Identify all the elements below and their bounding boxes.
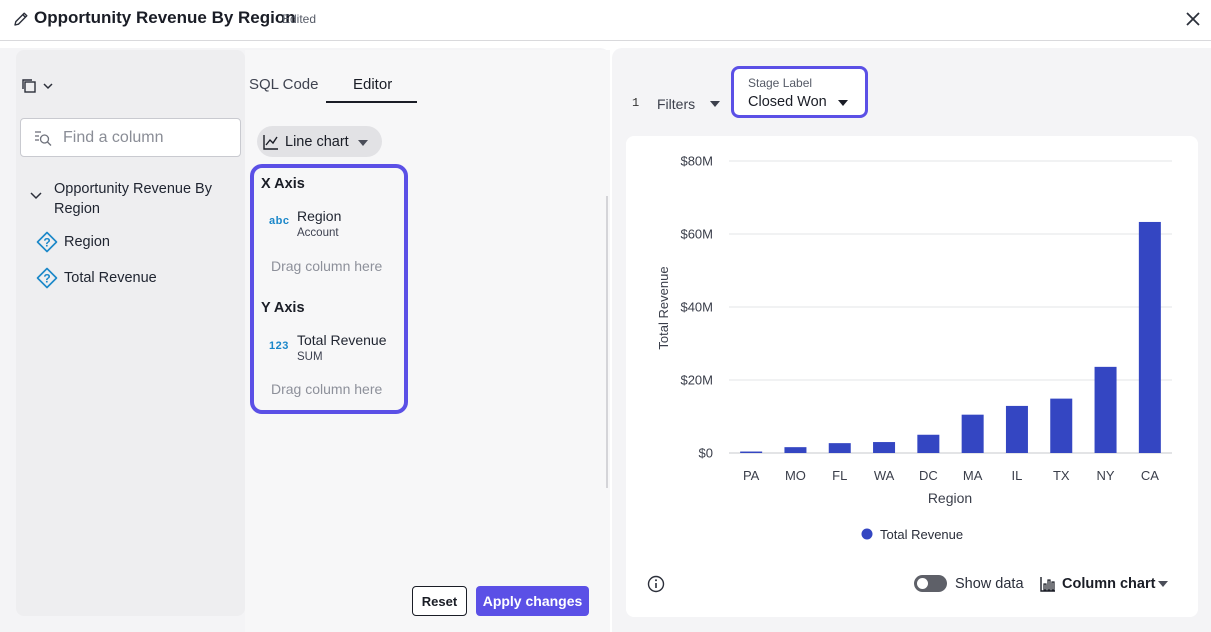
y-tick-label: $60M (680, 227, 713, 242)
y-axis-aggregation: SUM (297, 351, 323, 363)
bar-ca[interactable] (1138, 221, 1161, 453)
y-axis-column-name: Total Revenue (297, 332, 387, 348)
search-input[interactable] (63, 127, 233, 149)
copy-icon[interactable] (20, 77, 38, 95)
tab-sql-code[interactable]: SQL Code (249, 76, 319, 93)
filter-label: Stage Label (748, 76, 813, 90)
chevron-down-icon[interactable] (42, 80, 54, 92)
caret-down-icon (358, 140, 368, 146)
group-label: Opportunity Revenue By Region (54, 181, 212, 217)
x-axis-label: Region (928, 490, 972, 506)
toggle-knob (917, 578, 928, 589)
x-axis-column-name: Region (297, 208, 342, 224)
column-chart-icon[interactable] (1039, 575, 1057, 593)
filter-count-badge: 1 (632, 96, 640, 110)
x-tick-label: PA (743, 468, 760, 483)
x-tick-label: IL (1012, 468, 1023, 483)
bar-dc[interactable] (917, 434, 940, 453)
y-axis-heading: Y Axis (261, 300, 305, 316)
x-axis-column[interactable]: abc Region Account (269, 208, 399, 244)
bar-ny[interactable] (1094, 366, 1117, 453)
unknown-type-icon: ? (36, 267, 58, 289)
column-search[interactable] (20, 118, 241, 157)
svg-text:?: ? (43, 236, 50, 250)
bar-il[interactable] (1005, 405, 1028, 453)
x-axis-drop-zone[interactable]: Drag column here (271, 258, 382, 274)
apply-changes-button[interactable]: Apply changes (476, 586, 589, 616)
search-icon (35, 131, 52, 146)
y-tick-label: $0 (699, 446, 713, 461)
bar-mo[interactable] (784, 447, 807, 453)
x-tick-label: CA (1141, 468, 1159, 483)
y-tick-label: $20M (680, 373, 713, 388)
x-axis-heading: X Axis (261, 176, 305, 192)
revenue-chart: $0$20M$40M$60M$80M PA MO FL WA DC MA IL TX NY CA … (656, 154, 1172, 542)
bar-wa[interactable] (873, 442, 896, 453)
filters-toggle[interactable]: Filters (657, 96, 695, 112)
caret-down-icon (838, 100, 848, 106)
legend-marker (861, 528, 873, 540)
chart-type-dropdown[interactable]: Line chart (257, 126, 382, 157)
x-axis-column-source: Account (297, 227, 339, 239)
x-tick-label: NY (1097, 468, 1115, 483)
chevron-down-icon[interactable] (28, 188, 44, 204)
unknown-type-icon: ? (36, 231, 58, 253)
stage-label-filter[interactable]: Stage Label Closed Won (731, 66, 868, 118)
number-type-icon: 123 (269, 340, 289, 352)
field-item-total-revenue[interactable]: ? Total Revenue (36, 267, 236, 291)
x-tick-label: TX (1053, 468, 1070, 483)
chart-type-label: Line chart (285, 134, 349, 150)
chart-type-selector[interactable]: Column chart (1062, 576, 1155, 592)
tab-editor[interactable]: Editor (353, 76, 392, 93)
axis-configuration: X Axis abc Region Account Drag column he… (250, 164, 408, 414)
filter-value: Closed Won (748, 94, 827, 110)
y-axis-drop-zone[interactable]: Drag column here (271, 381, 382, 397)
y-tick-label: $80M (680, 154, 713, 169)
field-label: Total Revenue (64, 270, 157, 286)
field-label: Region (64, 234, 110, 250)
y-tick-label: $40M (680, 300, 713, 315)
panel-resize-handle[interactable] (606, 196, 608, 488)
edited-status: Edited (282, 12, 317, 26)
x-tick-label: MO (785, 468, 806, 483)
line-chart-icon (263, 135, 278, 150)
x-tick-label: FL (832, 468, 847, 483)
pencil-icon[interactable] (12, 10, 30, 28)
text-type-icon: abc (269, 215, 290, 227)
bar-pa[interactable] (740, 451, 763, 453)
bar-ma[interactable] (961, 414, 984, 453)
bar-fl[interactable] (828, 443, 851, 453)
field-item-region[interactable]: ? Region (36, 231, 236, 255)
page-title: Opportunity Revenue By Region (34, 8, 296, 27)
x-tick-label: DC (919, 468, 938, 483)
info-icon[interactable] (647, 575, 665, 593)
reset-button[interactable]: Reset (412, 586, 467, 616)
legend-label[interactable]: Total Revenue (880, 527, 963, 542)
caret-down-icon[interactable] (1157, 580, 1169, 588)
close-icon[interactable] (1184, 10, 1202, 28)
y-axis-label: Total Revenue (656, 266, 671, 349)
active-tab-indicator (326, 101, 417, 103)
svg-text:?: ? (43, 272, 50, 286)
show-data-label: Show data (955, 576, 1024, 592)
x-tick-label: WA (874, 468, 895, 483)
caret-down-icon[interactable] (709, 100, 721, 108)
x-tick-label: MA (963, 468, 983, 483)
y-axis-column[interactable]: 123 Total Revenue SUM (269, 332, 399, 368)
bar-tx[interactable] (1050, 398, 1073, 453)
